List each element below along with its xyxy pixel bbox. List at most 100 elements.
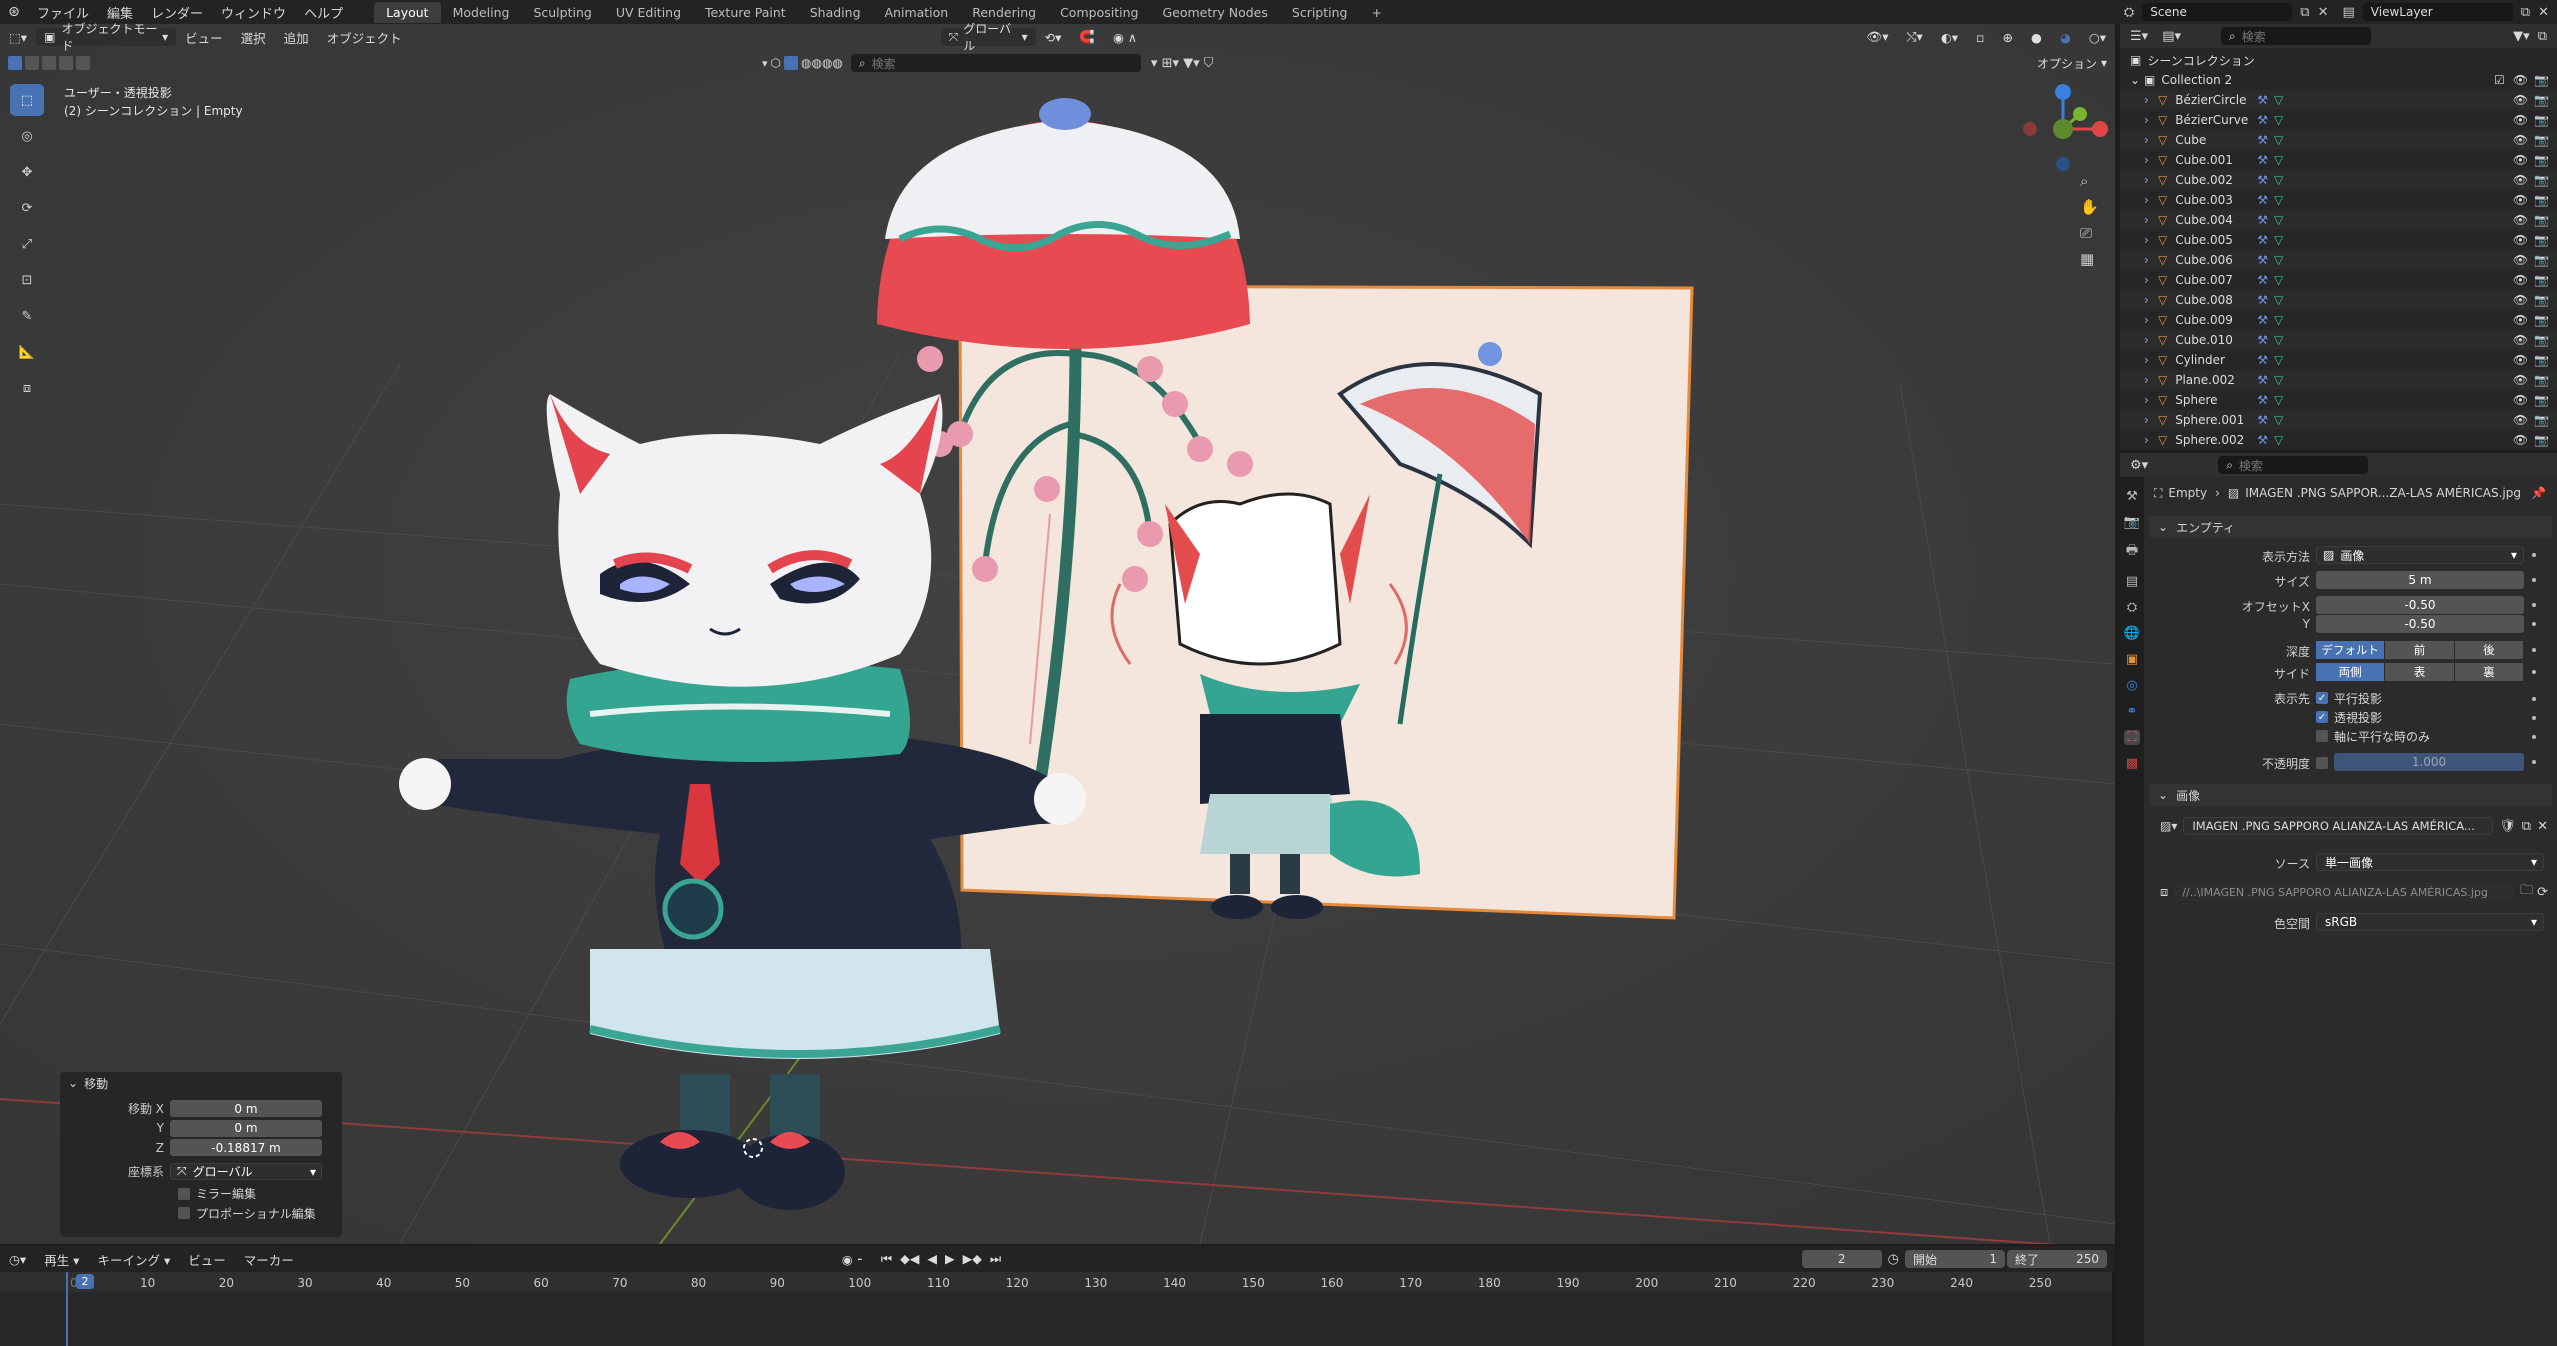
outliner-editor-icon[interactable]: ☰▾ <box>2130 29 2148 44</box>
start-frame-field[interactable]: 開始 1 <box>1905 1250 2005 1268</box>
tab-texture-paint[interactable]: Texture Paint <box>693 2 798 23</box>
mesh-icon[interactable]: ◍◍◍◍ <box>801 56 843 70</box>
opacity-field[interactable]: 1.000 <box>2334 753 2524 771</box>
eye-icon[interactable]: 👁 <box>2513 113 2528 127</box>
add-cube-tool-icon[interactable]: ⧈ <box>10 372 44 404</box>
chevron-right-icon[interactable]: › <box>2144 193 2158 207</box>
keyframe-dot-icon[interactable] <box>2532 603 2536 607</box>
gizmo-icon[interactable]: ⤭▾ <box>1898 29 1932 45</box>
outliner-item[interactable]: › ▽ Cube ⚒ ▽ 👁 📷 <box>2120 130 2557 150</box>
outliner-item[interactable]: › ▽ Sphere.002 ⚒ ▽ 👁 📷 <box>2120 430 2557 450</box>
tab-shading[interactable]: Shading <box>798 2 873 23</box>
filepath-field[interactable]: //..\IMAGEN .PNG SAPPORO ALIANZA-LAS AMÉ… <box>2174 883 2515 901</box>
options-dropdown[interactable]: オプション ▾ <box>2029 54 2115 72</box>
view-layer-tab-icon[interactable]: ▤ <box>2126 574 2138 589</box>
menu-playback[interactable]: 再生 ▾ <box>35 1250 88 1269</box>
render-camera-icon[interactable]: 📷 <box>2534 433 2549 447</box>
side-back-button[interactable]: 裏 <box>2454 663 2523 681</box>
menu-render[interactable]: レンダー <box>142 3 212 22</box>
chevron-right-icon[interactable]: › <box>2144 433 2158 447</box>
select-new-icon[interactable] <box>8 56 22 70</box>
outliner-item[interactable]: › ▽ Sphere.001 ⚒ ▽ 👁 📷 <box>2120 410 2557 430</box>
chevron-right-icon[interactable]: › <box>2144 413 2158 427</box>
keyframe-dot-icon[interactable] <box>2532 648 2536 652</box>
transform-tool-icon[interactable]: ⊡ <box>10 264 44 296</box>
new-collection-icon[interactable]: ⧉ <box>2538 29 2547 44</box>
offset-x-field[interactable]: -0.50 <box>2316 596 2524 614</box>
chevron-right-icon[interactable]: › <box>2144 133 2158 147</box>
pin-icon[interactable]: 📌 <box>2531 486 2546 500</box>
render-camera-icon[interactable]: 📷 <box>2534 93 2549 107</box>
prev-key-icon[interactable]: ◆◀ <box>900 1251 919 1267</box>
menu-edit[interactable]: 編集 <box>98 3 142 22</box>
render-camera-icon[interactable]: 📷 <box>2534 113 2549 127</box>
filter-icon[interactable]: ▼▾ <box>2513 29 2530 44</box>
eye-icon[interactable]: 👁 <box>2513 253 2528 267</box>
outliner-item[interactable]: › ▽ Cube.003 ⚒ ▽ 👁 📷 <box>2120 190 2557 210</box>
collection-row[interactable]: ⌄ ▣ Collection 2 ☑ 👁 📷 <box>2120 70 2557 90</box>
measure-tool-icon[interactable]: 📐 <box>10 336 44 368</box>
keyframe-dot-icon[interactable] <box>2532 735 2536 739</box>
clock-icon[interactable]: ◷ <box>1888 1252 1899 1267</box>
menu-window[interactable]: ウィンドウ <box>212 3 295 22</box>
chevron-down-icon[interactable]: ▾ <box>762 57 768 70</box>
image-panel-header[interactable]: ⌄ 画像 <box>2150 784 2552 806</box>
tab-animation[interactable]: Animation <box>873 2 961 23</box>
3d-viewport[interactable] <box>0 24 2115 1244</box>
eye-icon[interactable]: 👁 <box>2513 93 2528 107</box>
end-frame-field[interactable]: 終了 250 <box>2007 1250 2107 1268</box>
cursor-tool-icon[interactable]: ◎ <box>10 120 44 152</box>
rotate-tool-icon[interactable]: ⟳ <box>10 192 44 224</box>
move-y-field[interactable]: 0 m <box>170 1119 322 1137</box>
display-mode-icon[interactable]: ▤▾ <box>2162 29 2181 44</box>
menu-timeline-view[interactable]: ビュー <box>179 1250 235 1269</box>
proportional-edit-icon[interactable]: ◉ ∧ <box>1104 30 1146 45</box>
constraints-tab-icon[interactable]: ⚭ <box>2127 704 2138 719</box>
render-camera-icon[interactable]: 📷 <box>2534 353 2549 367</box>
physics-tab-icon[interactable]: ◎ <box>2126 678 2137 693</box>
outliner-item[interactable]: › ▽ Cube.009 ⚒ ▽ 👁 📷 <box>2120 310 2557 330</box>
outliner-search-input[interactable]: ⌕ 検索 <box>2221 27 2371 45</box>
render-camera-icon[interactable]: 📷 <box>2534 273 2549 287</box>
timeline-scrollbar[interactable] <box>2112 1272 2115 1346</box>
side-front-button[interactable]: 表 <box>2385 663 2454 681</box>
keyframe-dot-icon[interactable] <box>2532 578 2536 582</box>
render-camera-icon[interactable]: 📷 <box>2534 153 2549 167</box>
fake-user-icon[interactable]: 🛡 <box>2499 819 2516 834</box>
current-frame-marker[interactable]: 2 <box>76 1274 94 1289</box>
play-reverse-icon[interactable]: ◀ <box>927 1251 937 1267</box>
select-extend-icon[interactable] <box>25 56 39 70</box>
eye-icon[interactable]: 👁 <box>2513 433 2528 447</box>
outliner-item[interactable]: › ▽ Cube.001 ⚒ ▽ 👁 📷 <box>2120 150 2557 170</box>
scene-selector[interactable]: Scene <box>2142 3 2293 21</box>
auto-key-icon[interactable]: ◉ ⁃ <box>833 1252 872 1267</box>
pan-hand-icon[interactable]: ✋ <box>2080 198 2099 216</box>
jump-end-icon[interactable]: ⏭ <box>990 1251 1001 1267</box>
outliner-item[interactable]: › ▽ BézierCircle ⚒ ▽ 👁 📷 <box>2120 90 2557 110</box>
eye-icon[interactable]: 👁 <box>2513 213 2528 227</box>
tab-geometry-nodes[interactable]: Geometry Nodes <box>1150 2 1279 23</box>
menu-file[interactable]: ファイル <box>28 3 98 22</box>
source-dropdown[interactable]: 単一画像 ▾ <box>2316 853 2544 871</box>
eye-icon[interactable]: 👁 <box>2513 293 2528 307</box>
shading-wireframe-icon[interactable]: ⊕ <box>1993 30 2021 45</box>
render-camera-icon[interactable]: 📷 <box>2534 313 2549 327</box>
keyframe-dot-icon[interactable] <box>2532 670 2536 674</box>
select-subtract-icon[interactable] <box>42 56 56 70</box>
eye-icon[interactable]: 👁 <box>2513 413 2528 427</box>
render-camera-icon[interactable]: 📷 <box>2534 73 2549 87</box>
depth-front-button[interactable]: 前 <box>2385 641 2454 659</box>
render-camera-icon[interactable]: 📷 <box>2534 393 2549 407</box>
select-intersect-icon[interactable] <box>76 56 90 70</box>
chevron-right-icon[interactable]: › <box>2144 113 2158 127</box>
zoom-icon[interactable]: ⌕ <box>2080 172 2099 190</box>
render-camera-icon[interactable]: 📷 <box>2534 253 2549 267</box>
annotate-tool-icon[interactable]: ✎ <box>10 300 44 332</box>
colorspace-dropdown[interactable]: sRGB ▾ <box>2316 913 2544 931</box>
tab-scripting[interactable]: Scripting <box>1280 2 1360 23</box>
select-invert-icon[interactable] <box>59 56 73 70</box>
close-icon[interactable]: ✕ <box>2537 819 2548 834</box>
tab-uv-editing[interactable]: UV Editing <box>604 2 693 23</box>
folder-icon[interactable]: 🗀 <box>2520 881 2533 903</box>
outliner-item[interactable]: › ▽ Cube.006 ⚒ ▽ 👁 📷 <box>2120 250 2557 270</box>
